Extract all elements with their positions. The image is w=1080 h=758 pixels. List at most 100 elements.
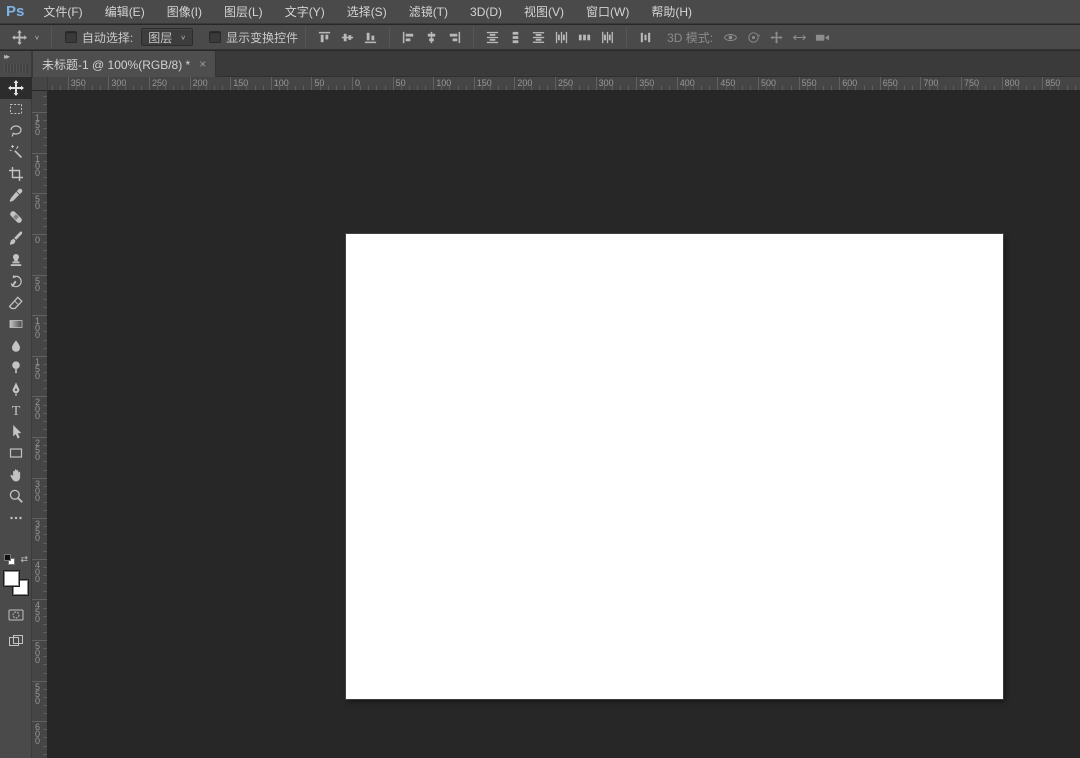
hruler-label: 100	[436, 78, 451, 88]
tool-more[interactable]	[0, 507, 32, 529]
canvas-area[interactable]	[48, 91, 1080, 758]
vruler-label: 450	[35, 602, 40, 623]
tool-eraser[interactable]	[0, 292, 32, 314]
slide-3d-icon[interactable]	[791, 29, 808, 46]
screen-mode-button[interactable]	[0, 630, 32, 652]
vruler-label: 350	[35, 521, 40, 542]
dist-left-icon[interactable]	[553, 29, 570, 46]
hruler-label: 150	[477, 78, 492, 88]
menu-select[interactable]: 选择(S)	[336, 0, 398, 24]
auto-select-label[interactable]: 自动选择:	[82, 29, 133, 46]
dist-bottom-icon[interactable]	[530, 29, 547, 46]
horizontal-ruler[interactable]: 3503002502001501005005010015020025030035…	[48, 77, 1080, 91]
tool-shape[interactable]	[0, 443, 32, 465]
menu-view[interactable]: 视图(V)	[513, 0, 575, 24]
quick-mask-icon	[8, 607, 24, 623]
collapse-panel-icon[interactable]: ▸▸	[4, 52, 8, 61]
dist-spacing-icon[interactable]	[637, 29, 654, 46]
distribute-group	[481, 29, 619, 46]
tool-path-select[interactable]	[0, 421, 32, 443]
vruler-label: 550	[35, 684, 40, 705]
show-transform-checkbox[interactable]	[209, 31, 221, 43]
align-right-icon[interactable]	[446, 29, 463, 46]
drag-3d-icon[interactable]	[768, 29, 785, 46]
tool-blur[interactable]	[0, 335, 32, 357]
align-horizontal-group	[397, 29, 466, 46]
vruler-label: 0	[35, 237, 40, 244]
align-hcenter-icon[interactable]	[423, 29, 440, 46]
tool-stamp[interactable]	[0, 249, 32, 271]
menu-filter[interactable]: 滤镜(T)	[398, 0, 459, 24]
hruler-label: 450	[720, 78, 735, 88]
menu-help[interactable]: 帮助(H)	[640, 0, 703, 24]
mode-3d-label: 3D 模式:	[667, 29, 713, 46]
tool-preset-picker[interactable]: ∨	[0, 29, 44, 46]
quick-mask-button[interactable]	[0, 604, 32, 626]
hruler-label: 250	[152, 78, 167, 88]
vruler-label: 500	[35, 643, 40, 664]
foreground-color-swatch[interactable]	[3, 570, 20, 587]
align-vcenter-icon[interactable]	[339, 29, 356, 46]
dist-right-icon[interactable]	[599, 29, 616, 46]
tool-pen[interactable]	[0, 378, 32, 400]
panel-grip[interactable]	[4, 64, 28, 73]
tool-marquee[interactable]	[0, 99, 32, 121]
vruler-label: 100	[35, 156, 40, 177]
auto-select-target-value: 图层	[148, 29, 172, 46]
tool-dodge[interactable]	[0, 357, 32, 379]
menu-image[interactable]: 图像(I)	[156, 0, 213, 24]
vertical-ruler[interactable]: 1501005005010015020025030035040045050055…	[32, 91, 48, 758]
hruler-label: 200	[517, 78, 532, 88]
default-colors-icon[interactable]: ⇄	[4, 554, 30, 568]
tool-eyedropper[interactable]	[0, 185, 32, 207]
menu-layer[interactable]: 图层(L)	[213, 0, 274, 24]
tool-zoom[interactable]	[0, 486, 32, 508]
menu-file[interactable]: 文件(F)	[32, 0, 93, 24]
dist-vcenter-icon[interactable]	[507, 29, 524, 46]
tool-move[interactable]	[0, 77, 32, 99]
menu-window[interactable]: 窗口(W)	[575, 0, 640, 24]
align-left-icon[interactable]	[400, 29, 417, 46]
workspace: 未标题-1 @ 100%(RGB/8) * × ▸▸ 350 300 250 200 1…	[0, 51, 1080, 758]
align-bottom-icon[interactable]	[362, 29, 379, 46]
dist-hcenter-icon[interactable]	[576, 29, 593, 46]
tools-panel-header[interactable]: ▸▸	[0, 51, 32, 77]
tool-lasso[interactable]	[0, 120, 32, 142]
auto-select-checkbox[interactable]	[65, 31, 77, 43]
tool-crop[interactable]	[0, 163, 32, 185]
swap-colors-icon[interactable]: ⇄	[20, 554, 28, 565]
zoom-3d-icon[interactable]	[814, 29, 831, 46]
tool-gradient[interactable]	[0, 314, 32, 336]
default-foreground-swatch	[4, 554, 11, 561]
document-tab-strip: 未标题-1 @ 100%(RGB/8) * ×	[0, 51, 1080, 77]
hruler-label: 550	[802, 78, 817, 88]
roll-3d-icon[interactable]	[745, 29, 762, 46]
hruler-label: 300	[111, 78, 126, 88]
document-tab[interactable]: 未标题-1 @ 100%(RGB/8) * ×	[33, 51, 216, 77]
close-tab-icon[interactable]: ×	[199, 57, 206, 71]
tool-hand[interactable]	[0, 464, 32, 486]
vruler-label: 200	[35, 399, 40, 420]
document-canvas[interactable]	[346, 234, 1003, 699]
show-transform-label[interactable]: 显示变换控件	[226, 29, 298, 46]
tool-type[interactable]: T	[0, 400, 32, 422]
orbit-3d-icon[interactable]	[722, 29, 739, 46]
tool-quick-select[interactable]	[0, 142, 32, 164]
align-top-icon[interactable]	[316, 29, 333, 46]
hruler-label: 50	[396, 78, 406, 88]
distribute-spacing-group	[634, 29, 657, 46]
tool-brush[interactable]	[0, 228, 32, 250]
auto-select-target-dropdown[interactable]: 图层 ∨	[141, 28, 193, 46]
ruler-origin-corner[interactable]	[32, 77, 48, 91]
menu-type[interactable]: 文字(Y)	[274, 0, 336, 24]
menu-bar: Ps 文件(F)编辑(E)图像(I)图层(L)文字(Y)选择(S)滤镜(T)3D…	[0, 0, 1080, 24]
tool-options-bar: ∨ 自动选择: 图层 ∨ 显示变换控件 3D 模式:	[0, 25, 1080, 50]
tool-history-brush[interactable]	[0, 271, 32, 293]
menu-edit[interactable]: 编辑(E)	[94, 0, 156, 24]
dist-top-icon[interactable]	[484, 29, 501, 46]
hruler-label: 850	[1045, 78, 1060, 88]
menu-3d[interactable]: 3D(D)	[459, 0, 513, 24]
tool-healing[interactable]	[0, 206, 32, 228]
hruler-label: 150	[233, 78, 248, 88]
vruler-label: 600	[35, 724, 40, 745]
